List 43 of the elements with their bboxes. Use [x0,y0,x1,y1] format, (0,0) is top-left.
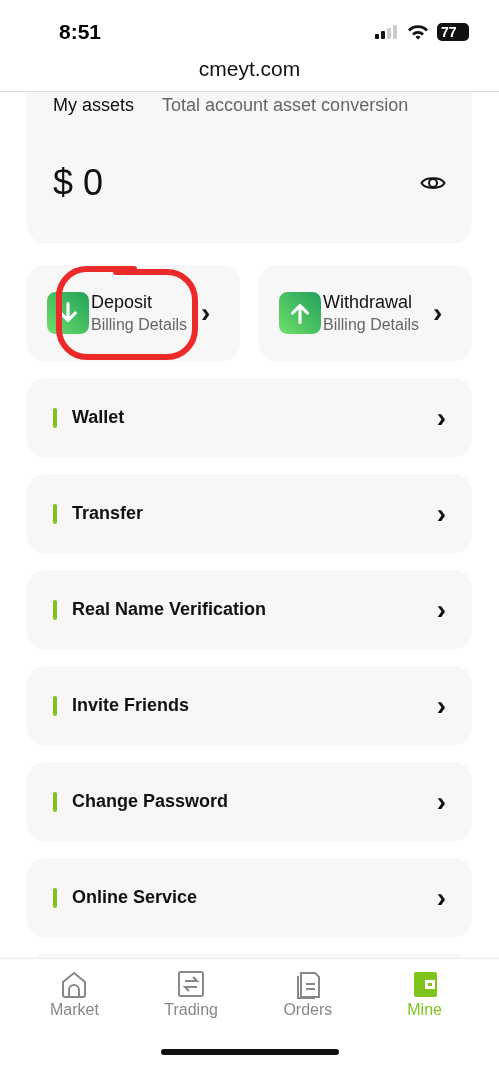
menu-label: Invite Friends [72,695,191,716]
balance-amount: $ 0 [53,162,104,204]
accent-bar [53,791,57,812]
menu-item[interactable]: Change Password › [27,762,472,841]
chevron-icon: › [436,499,446,528]
nav-tab[interactable]: Trading [132,969,250,1019]
accent-bar [53,407,57,428]
accent-bar [53,887,57,908]
menu-item[interactable]: Online Service › [27,858,472,937]
action-sublabel: Billing Details [91,316,188,334]
action-label: Deposit [91,292,154,313]
menu-label: Real Name Verification [72,599,268,620]
nav-tab[interactable]: Market [16,969,133,1019]
chevron-icon: › [436,787,446,816]
menu-label: Wallet [72,407,126,428]
status-time: 8:51 [59,20,102,44]
chevron-icon: › [201,299,211,327]
menu-label: Change Password [72,791,230,812]
eye-icon[interactable] [420,174,446,192]
accent-bar [53,695,57,716]
action-label: Withdrawal [323,292,414,313]
address-url[interactable]: cmeyt.com [198,64,301,91]
chevron-icon: › [433,299,443,327]
chevron-icon: › [436,883,446,912]
accent-bar [53,503,57,524]
action-sublabel: Billing Details [323,316,420,334]
menu-item[interactable]: Invite Friends › [27,666,472,745]
chevron-icon: › [436,595,446,624]
wifi-icon [407,24,429,40]
menu-label: Transfer [72,503,145,524]
assets-title: My assets [53,95,135,116]
chevron-icon: › [436,403,446,432]
battery-level: 77 [437,23,469,41]
menu-item[interactable]: Transfer › [27,474,472,553]
menu-item[interactable]: Wallet › [27,378,472,457]
accent-bar [53,599,57,620]
exchange-icon [176,969,207,999]
signal-icon [375,25,399,39]
assets-subtitle: Total account asset conversion [162,95,409,116]
nav-tab[interactable]: Orders [249,969,367,1019]
chevron-icon: › [436,691,446,720]
menu-label: Online Service [72,887,199,908]
menu-item[interactable]: Real Name Verification › [27,570,472,649]
